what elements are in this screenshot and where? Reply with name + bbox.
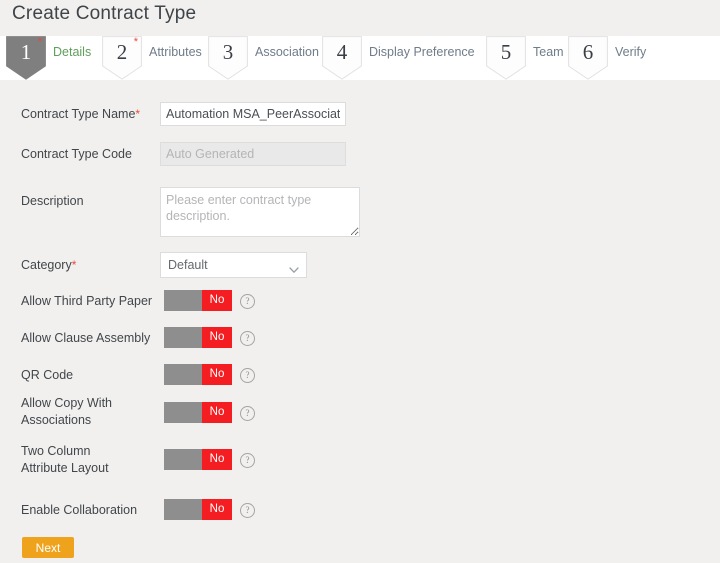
step-marker-2: 2* (102, 36, 142, 80)
toggle-state-label: No (202, 364, 232, 385)
toggle-label-qr-code: QR Code (21, 367, 156, 384)
toggle-knob (164, 364, 202, 385)
toggle-knob (164, 290, 202, 311)
step-1-details[interactable]: 1*Details (6, 36, 101, 88)
step-label: Verify (615, 36, 663, 68)
toggle-label-allow-copy-with-associations: Allow Copy With Associations (21, 395, 116, 429)
step-number: 5 (486, 36, 526, 68)
description-label: Description (21, 193, 156, 210)
toggle-label-enable-collaboration: Enable Collaboration (21, 502, 156, 519)
step-marker-4: 4 (322, 36, 362, 80)
step-label: Details (53, 36, 101, 68)
contract-type-code-input (160, 142, 346, 166)
toggle-label-allow-clause-assembly: Allow Clause Assembly (21, 330, 156, 347)
help-icon[interactable]: ? (240, 368, 255, 383)
step-marker-6: 6 (568, 36, 608, 80)
next-button[interactable]: Next (22, 537, 74, 558)
page-title: Create Contract Type (12, 3, 196, 25)
contract-type-name-label: Contract Type Name* (21, 106, 156, 123)
contract-type-code-label: Contract Type Code (21, 146, 156, 163)
required-asterisk: * (38, 37, 42, 47)
help-icon[interactable]: ? (240, 453, 255, 468)
toggle-two-column-attribute-layout[interactable]: No (164, 449, 232, 470)
step-marker-3: 3 (208, 36, 248, 80)
toggle-knob (164, 327, 202, 348)
step-number: 3 (208, 36, 248, 68)
toggle-knob (164, 499, 202, 520)
step-label: Display Preference (369, 36, 486, 68)
contract-type-name-input[interactable] (160, 102, 346, 126)
step-marker-5: 5 (486, 36, 526, 80)
category-select-wrapper: Default (160, 252, 307, 278)
step-5-team[interactable]: 5Team (486, 36, 575, 88)
step-marker-1: 1* (6, 36, 46, 80)
description-textarea[interactable] (160, 187, 360, 237)
toggle-label-two-column-attribute-layout: Two Column Attribute Layout (21, 443, 116, 477)
toggle-allow-clause-assembly[interactable]: No (164, 327, 232, 348)
step-2-attributes[interactable]: 2*Attributes (102, 36, 219, 88)
required-asterisk: * (134, 37, 138, 47)
toggle-knob (164, 449, 202, 470)
toggle-state-label: No (202, 499, 232, 520)
help-icon[interactable]: ? (240, 503, 255, 518)
category-label: Category* (21, 257, 156, 274)
toggle-state-label: No (202, 327, 232, 348)
step-6-verify[interactable]: 6Verify (568, 36, 663, 88)
toggle-state-label: No (202, 449, 232, 470)
help-icon[interactable]: ? (240, 294, 255, 309)
step-3-association[interactable]: 3Association (208, 36, 333, 88)
contract-type-name-label-text: Contract Type Name (21, 107, 135, 121)
toggle-allow-third-party-paper[interactable]: No (164, 290, 232, 311)
toggle-state-label: No (202, 402, 232, 423)
stepper: 1*Details2*Attributes3Association4Displa… (0, 36, 720, 88)
help-icon[interactable]: ? (240, 406, 255, 421)
category-label-text: Category (21, 258, 72, 272)
toggle-enable-collaboration[interactable]: No (164, 499, 232, 520)
required-asterisk: * (72, 258, 77, 272)
step-number: 4 (322, 36, 362, 68)
toggle-label-allow-third-party-paper: Allow Third Party Paper (21, 293, 156, 310)
required-asterisk: * (135, 107, 140, 121)
category-select[interactable]: Default (160, 252, 307, 278)
toggle-knob (164, 402, 202, 423)
toggle-qr-code[interactable]: No (164, 364, 232, 385)
step-4-display-preference[interactable]: 4Display Preference (322, 36, 486, 88)
toggle-state-label: No (202, 290, 232, 311)
step-number: 6 (568, 36, 608, 68)
toggle-allow-copy-with-associations[interactable]: No (164, 402, 232, 423)
help-icon[interactable]: ? (240, 331, 255, 346)
